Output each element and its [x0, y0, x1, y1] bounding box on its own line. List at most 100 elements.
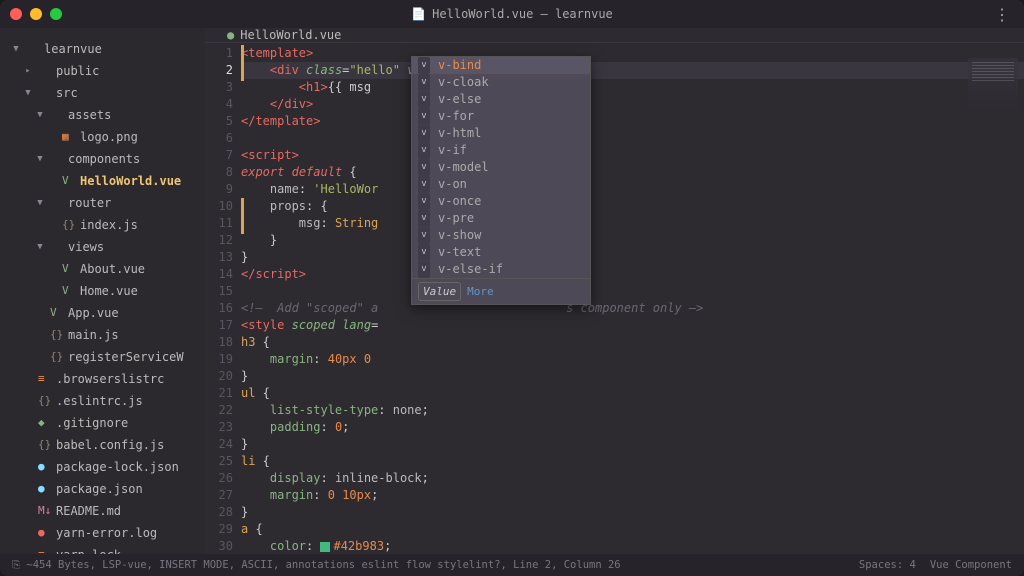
dirty-indicator: ●: [227, 28, 234, 42]
tree-item-learnvue[interactable]: ▼learnvue: [10, 38, 199, 60]
code-line[interactable]: [241, 130, 1024, 147]
code-line[interactable]: <div class="hello" v->: [241, 62, 1024, 79]
tree-item-readme-md[interactable]: M↓README.md: [10, 500, 199, 522]
code-line[interactable]: }: [241, 368, 1024, 385]
caret-icon: ▼: [34, 149, 46, 169]
tree-label: yarn.lock: [56, 545, 121, 554]
completion-label: v-on: [438, 176, 467, 193]
tree-item-src[interactable]: ▼src: [10, 82, 199, 104]
tree-item-package-json[interactable]: ●package.json: [10, 478, 199, 500]
completion-more-link[interactable]: More: [467, 283, 494, 300]
autocomplete-item-v-pre[interactable]: vv-pre: [412, 210, 590, 227]
code-area[interactable]: vv-bindvv-cloakvv-elsevv-forvv-htmlvv-if…: [241, 45, 1024, 554]
maximize-window[interactable]: [50, 8, 62, 20]
tree-item-home-vue[interactable]: VHome.vue: [10, 280, 199, 302]
tree-item-logo-png[interactable]: ▦logo.png: [10, 126, 199, 148]
code-line[interactable]: name: 'HelloWor: [241, 181, 1024, 198]
minimap[interactable]: [968, 58, 1018, 118]
tree-item-main-js[interactable]: {}main.js: [10, 324, 199, 346]
tree-item--gitignore[interactable]: ◆.gitignore: [10, 412, 199, 434]
tree-label: registerServiceW: [68, 347, 184, 367]
autocomplete-item-v-text[interactable]: vv-text: [412, 244, 590, 261]
tree-item-about-vue[interactable]: VAbout.vue: [10, 258, 199, 280]
tree-item-helloworld-vue[interactable]: VHelloWorld.vue: [10, 170, 199, 192]
code-line[interactable]: }: [241, 232, 1024, 249]
code-line[interactable]: </div>: [241, 96, 1024, 113]
code-line[interactable]: h3 {: [241, 334, 1024, 351]
code-line[interactable]: list-style-type: none;: [241, 402, 1024, 419]
caret-icon: ▼: [10, 39, 22, 59]
code-line[interactable]: padding: 0;: [241, 419, 1024, 436]
status-bar: ⎘ ~454 Bytes, LSP-vue, INSERT MODE, ASCI…: [0, 554, 1024, 576]
status-left: ~454 Bytes, LSP-vue, INSERT MODE, ASCII,…: [26, 559, 620, 571]
tree-item-babel-config-js[interactable]: {}babel.config.js: [10, 434, 199, 456]
tree-label: README.md: [56, 501, 121, 521]
code-line[interactable]: margin: 40px 0: [241, 351, 1024, 368]
autocomplete-item-v-for[interactable]: vv-for: [412, 108, 590, 125]
status-language[interactable]: Vue Component: [930, 559, 1012, 571]
autocomplete-item-v-cloak[interactable]: vv-cloak: [412, 74, 590, 91]
code-line[interactable]: color: #42b983;: [241, 538, 1024, 554]
minimize-window[interactable]: [30, 8, 42, 20]
completion-kind-icon: v: [418, 108, 430, 125]
autocomplete-item-v-bind[interactable]: vv-bind: [412, 57, 590, 74]
autocomplete-item-v-once[interactable]: vv-once: [412, 193, 590, 210]
completion-kind-icon: v: [418, 176, 430, 193]
code-line[interactable]: </template>: [241, 113, 1024, 130]
status-spaces[interactable]: Spaces: 4: [859, 559, 916, 571]
code-line[interactable]: </script>: [241, 266, 1024, 283]
tree-item-package-lock-json[interactable]: ●package-lock.json: [10, 456, 199, 478]
code-line[interactable]: <!— Add "scoped" a s component only —>: [241, 300, 1024, 317]
code-line[interactable]: margin: 0 10px;: [241, 487, 1024, 504]
autocomplete-item-v-model[interactable]: vv-model: [412, 159, 590, 176]
autocomplete-item-v-else-if[interactable]: vv-else-if: [412, 261, 590, 278]
code-line[interactable]: }: [241, 436, 1024, 453]
close-window[interactable]: [10, 8, 22, 20]
code-line[interactable]: <style scoped lang=: [241, 317, 1024, 334]
tree-item-registerservicew[interactable]: {}registerServiceW: [10, 346, 199, 368]
code-line[interactable]: ul {: [241, 385, 1024, 402]
code-line[interactable]: msg: String: [241, 215, 1024, 232]
autocomplete-item-v-html[interactable]: vv-html: [412, 125, 590, 142]
tree-item-public[interactable]: ▸public: [10, 60, 199, 82]
tree-label: public: [56, 61, 99, 81]
tree-item-router[interactable]: ▼router: [10, 192, 199, 214]
completion-kind-icon: v: [418, 74, 430, 91]
autocomplete-item-v-else[interactable]: vv-else: [412, 91, 590, 108]
code-line[interactable]: <h1>{{ msg: [241, 79, 1024, 96]
code-line[interactable]: <template>: [241, 45, 1024, 62]
completion-label: v-if: [438, 142, 467, 159]
tree-item-views[interactable]: ▼views: [10, 236, 199, 258]
tree-item-yarn-lock[interactable]: ≡yarn.lock: [10, 544, 199, 554]
code-line[interactable]: display: inline-block;: [241, 470, 1024, 487]
tree-item--eslintrc-js[interactable]: {}.eslintrc.js: [10, 390, 199, 412]
code-line[interactable]: a {: [241, 521, 1024, 538]
tree-item--browserslistrc[interactable]: ≡.browserslistrc: [10, 368, 199, 390]
tab-helloworld[interactable]: ● HelloWorld.vue: [219, 28, 349, 42]
autocomplete-item-v-if[interactable]: vv-if: [412, 142, 590, 159]
autocomplete-item-v-show[interactable]: vv-show: [412, 227, 590, 244]
completion-hint: Value: [418, 282, 461, 301]
tree-item-yarn-error-log[interactable]: ●yarn-error.log: [10, 522, 199, 544]
code-line[interactable]: props: {: [241, 198, 1024, 215]
tree-item-components[interactable]: ▼ components: [10, 148, 199, 170]
code-line[interactable]: export default {: [241, 164, 1024, 181]
tree-item-assets[interactable]: ▼assets: [10, 104, 199, 126]
more-menu-icon[interactable]: ⋮: [994, 5, 1010, 24]
code-line[interactable]: [241, 283, 1024, 300]
completion-label: v-bind: [438, 57, 481, 74]
code-line[interactable]: li {: [241, 453, 1024, 470]
tree-item-app-vue[interactable]: VApp.vue: [10, 302, 199, 324]
code-line[interactable]: <script>: [241, 147, 1024, 164]
tree-label: index.js: [80, 215, 138, 235]
file-type-icon: {}: [62, 215, 76, 235]
autocomplete-item-v-on[interactable]: v v-on: [412, 176, 590, 193]
tree-label: package.json: [56, 479, 143, 499]
completion-label: v-text: [438, 244, 481, 261]
tree-label: components: [68, 149, 140, 169]
completion-label: v-html: [438, 125, 481, 142]
code-line[interactable]: }: [241, 504, 1024, 521]
tree-item-index-js[interactable]: {}index.js: [10, 214, 199, 236]
code-editor[interactable]: 1234567891011121314151617181920212223242…: [205, 43, 1024, 554]
code-line[interactable]: }: [241, 249, 1024, 266]
